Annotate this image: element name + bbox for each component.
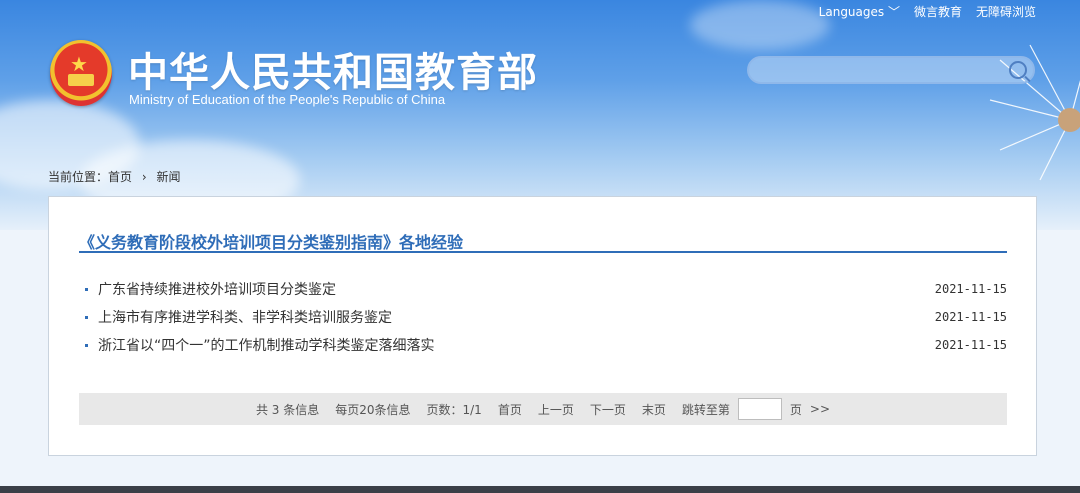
content-box: 《义务教育阶段校外培训项目分类鉴别指南》各地经验 广东省持续推进校外培训项目分类… [48,196,1037,456]
gate-icon [68,74,94,86]
site-title: 中华人民共和国教育部 [128,50,538,96]
languages-link[interactable]: Languages ﹀ [819,3,900,20]
bullet-icon [85,287,88,291]
pagination: 共 3 条信息 每页20条信息 页数：1/1 首页 上一页 下一页 末页 跳转至… [79,393,1007,425]
page-unit: 页 [789,402,802,417]
breadcrumb-home[interactable]: 当前位置：首页 [48,170,132,184]
national-emblem-icon: ★ [50,40,112,106]
first-page-button[interactable]: 首页 [498,401,522,418]
search-icon[interactable] [1009,61,1027,79]
section-title[interactable]: 《义务教育阶段校外培训项目分类鉴别指南》各地经验 [79,229,463,253]
star-icon: ★ [70,52,88,76]
per-page: 每页20条信息 [335,402,411,417]
next-page-button[interactable]: 下一页 [590,401,626,418]
list-item[interactable]: 浙江省以“四个一”的工作机制推动学科类鉴定落细落实 2021-11-15 [79,331,1007,359]
bullet-icon [85,343,88,347]
weiyan-link[interactable]: 微言教育 [914,3,962,20]
site-subtitle: Ministry of Education of the People's Re… [129,92,446,107]
item-date: 2021-11-15 [934,282,1007,296]
item-title[interactable]: 浙江省以“四个一”的工作机制推动学科类鉴定落细落实 [98,335,435,355]
item-date: 2021-11-15 [934,338,1007,352]
item-title[interactable]: 上海市有序推进学科类、非学科类培训服务鉴定 [98,307,392,327]
breadcrumb-separator: › [141,170,147,184]
search-box [747,56,1035,84]
title-divider [79,251,1007,253]
footer-bar [0,486,1080,493]
item-title[interactable]: 广东省持续推进校外培训项目分类鉴定 [98,279,336,299]
total-count: 共 3 条信息 [255,402,320,417]
jump-label: 跳转至第 [681,402,730,417]
bullet-icon [85,315,88,319]
item-date: 2021-11-15 [934,310,1007,324]
go-button[interactable]: >> [810,402,830,416]
breadcrumb: 当前位置：首页 › 新闻 [48,168,187,185]
page-number-input[interactable] [737,398,782,420]
page-count: 页数：1/1 [426,402,482,417]
list-item[interactable]: 广东省持续推进校外培训项目分类鉴定 2021-11-15 [79,275,1007,303]
prev-page-button[interactable]: 上一页 [538,401,574,418]
article-list: 广东省持续推进校外培训项目分类鉴定 2021-11-15 上海市有序推进学科类、… [79,275,1007,359]
search-input[interactable] [759,60,1003,82]
breadcrumb-current[interactable]: 新闻 [156,170,180,184]
accessibility-link[interactable]: 无障碍浏览 [976,3,1036,20]
cloud-decoration [690,0,830,50]
last-page-button[interactable]: 末页 [642,401,666,418]
jump-to-page: 跳转至第 页 >> [682,398,830,420]
top-links: Languages ﹀ 微言教育 无障碍浏览 [819,3,1036,20]
list-item[interactable]: 上海市有序推进学科类、非学科类培训服务鉴定 2021-11-15 [79,303,1007,331]
